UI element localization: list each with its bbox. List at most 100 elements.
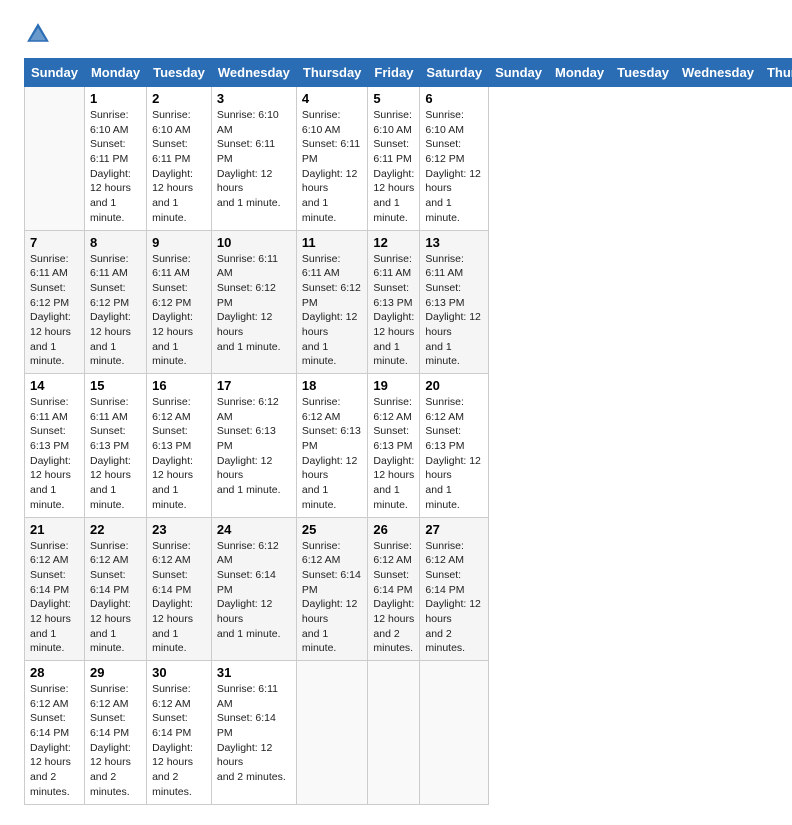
day-info: Sunrise: 6:11 AM Sunset: 6:13 PM Dayligh…	[425, 252, 483, 370]
header-tuesday: Tuesday	[611, 59, 676, 87]
calendar-cell: 29 Sunrise: 6:12 AM Sunset: 6:14 PM Dayli…	[84, 661, 146, 805]
calendar-cell: 8 Sunrise: 6:11 AM Sunset: 6:12 PM Daylig…	[84, 230, 146, 374]
calendar-cell	[420, 661, 489, 805]
day-number: 17	[217, 378, 291, 393]
calendar-header-row: SundayMondayTuesdayWednesdayThursdayFrid…	[25, 59, 792, 87]
calendar-cell: 22 Sunrise: 6:12 AM Sunset: 6:14 PM Dayli…	[84, 517, 146, 661]
header-thursday: Thursday	[296, 59, 368, 87]
day-number: 24	[217, 522, 291, 537]
day-number: 6	[425, 91, 483, 106]
calendar-cell: 5 Sunrise: 6:10 AM Sunset: 6:11 PM Daylig…	[368, 87, 420, 231]
calendar-cell: 10 Sunrise: 6:11 AM Sunset: 6:12 PM Dayli…	[211, 230, 296, 374]
header-thursday: Thursday	[760, 59, 792, 87]
day-info: Sunrise: 6:12 AM Sunset: 6:14 PM Dayligh…	[90, 682, 141, 800]
day-number: 1	[90, 91, 141, 106]
calendar-cell	[368, 661, 420, 805]
calendar-cell	[25, 87, 85, 231]
header-monday: Monday	[549, 59, 611, 87]
day-number: 23	[152, 522, 206, 537]
day-number: 13	[425, 235, 483, 250]
day-number: 22	[90, 522, 141, 537]
calendar-cell: 2Sunrise: 6:10 AM Sunset: 6:11 PM Daylig…	[147, 87, 212, 231]
day-info: Sunrise: 6:11 AM Sunset: 6:12 PM Dayligh…	[302, 252, 363, 370]
page-header	[24, 20, 768, 48]
calendar-cell: 28Sunrise: 6:12 AM Sunset: 6:14 PM Dayli…	[25, 661, 85, 805]
calendar-cell: 27 Sunrise: 6:12 AM Sunset: 6:14 PM Dayli…	[420, 517, 489, 661]
header-monday: Monday	[84, 59, 146, 87]
calendar-cell: 17 Sunrise: 6:12 AM Sunset: 6:13 PM Dayli…	[211, 374, 296, 518]
calendar-cell: 12 Sunrise: 6:11 AM Sunset: 6:13 PM Dayli…	[368, 230, 420, 374]
day-info: Sunrise: 6:11 AM Sunset: 6:12 PM Dayligh…	[152, 252, 206, 370]
day-number: 15	[90, 378, 141, 393]
day-info: Sunrise: 6:12 AM Sunset: 6:14 PM Dayligh…	[152, 539, 206, 657]
day-info: Sunrise: 6:12 AM Sunset: 6:13 PM Dayligh…	[373, 395, 414, 513]
calendar-cell: 6 Sunrise: 6:10 AM Sunset: 6:12 PM Daylig…	[420, 87, 489, 231]
day-info: Sunrise: 6:10 AM Sunset: 6:11 PM Dayligh…	[373, 108, 414, 226]
day-info: Sunrise: 6:10 AM Sunset: 6:12 PM Dayligh…	[425, 108, 483, 226]
day-info: Sunrise: 6:10 AM Sunset: 6:11 PM Dayligh…	[302, 108, 363, 226]
day-number: 29	[90, 665, 141, 680]
day-number: 21	[30, 522, 79, 537]
day-info: Sunrise: 6:12 AM Sunset: 6:14 PM Dayligh…	[425, 539, 483, 657]
day-info: Sunrise: 6:12 AM Sunset: 6:14 PM Dayligh…	[30, 539, 79, 657]
calendar-cell: 11 Sunrise: 6:11 AM Sunset: 6:12 PM Dayli…	[296, 230, 368, 374]
day-number: 8	[90, 235, 141, 250]
day-info: Sunrise: 6:12 AM Sunset: 6:13 PM Dayligh…	[302, 395, 363, 513]
calendar-week-row: 21 Sunrise: 6:12 AM Sunset: 6:14 PM Dayli…	[25, 517, 792, 661]
calendar-table: SundayMondayTuesdayWednesdayThursdayFrid…	[24, 58, 792, 805]
calendar-week-row: 14Sunrise: 6:11 AM Sunset: 6:13 PM Dayli…	[25, 374, 792, 518]
calendar-cell: 30 Sunrise: 6:12 AM Sunset: 6:14 PM Dayli…	[147, 661, 212, 805]
calendar-cell: 1 Sunrise: 6:10 AM Sunset: 6:11 PM Daylig…	[84, 87, 146, 231]
day-info: Sunrise: 6:11 AM Sunset: 6:12 PM Dayligh…	[90, 252, 141, 370]
day-number: 18	[302, 378, 363, 393]
calendar-cell: 15Sunrise: 6:11 AM Sunset: 6:13 PM Dayli…	[84, 374, 146, 518]
day-number: 4	[302, 91, 363, 106]
day-info: Sunrise: 6:10 AM Sunset: 6:11 PM Dayligh…	[152, 108, 206, 226]
calendar-cell: 4 Sunrise: 6:10 AM Sunset: 6:11 PM Daylig…	[296, 87, 368, 231]
calendar-cell: 31 Sunrise: 6:11 AM Sunset: 6:14 PM Dayli…	[211, 661, 296, 805]
calendar-week-row: 1 Sunrise: 6:10 AM Sunset: 6:11 PM Daylig…	[25, 87, 792, 231]
day-number: 20	[425, 378, 483, 393]
calendar-week-row: 28 Sunrise: 6:12 AM Sunset: 6:14 PM Dayli…	[25, 661, 792, 805]
day-number: 10	[217, 235, 291, 250]
calendar-cell: 9 Sunrise: 6:11 AM Sunset: 6:12 PM Daylig…	[147, 230, 212, 374]
day-info: Sunrise: 6:11 AM Sunset: 6:12 PM Dayligh…	[30, 252, 79, 370]
day-info: Sunrise: 6:12 AM Sunset: 6:13 PM Dayligh…	[217, 395, 291, 498]
day-info: Sunrise: 6:10 AM Sunset: 6:11 PM Dayligh…	[217, 108, 291, 211]
day-number: 11	[302, 235, 363, 250]
day-number: 12	[373, 235, 414, 250]
day-info: Sunrise: 6:12 AM Sunset: 6:13 PM Dayligh…	[425, 395, 483, 513]
day-info: Sunrise: 6:12 AM Sunset: 6:14 PM Dayligh…	[217, 539, 291, 642]
day-info: Sunrise: 6:12 AM Sunset: 6:13 PM Dayligh…	[152, 395, 206, 513]
header-friday: Friday	[368, 59, 420, 87]
header-wednesday: Wednesday	[211, 59, 296, 87]
calendar-cell: 24 Sunrise: 6:12 AM Sunset: 6:14 PM Dayli…	[211, 517, 296, 661]
day-number: 5	[373, 91, 414, 106]
calendar-cell: 18 Sunrise: 6:12 AM Sunset: 6:13 PM Dayli…	[296, 374, 368, 518]
day-info: Sunrise: 6:12 AM Sunset: 6:14 PM Dayligh…	[152, 682, 206, 800]
calendar-cell: 23 Sunrise: 6:12 AM Sunset: 6:14 PM Dayli…	[147, 517, 212, 661]
day-info: Sunrise: 6:11 AM Sunset: 6:13 PM Dayligh…	[30, 395, 79, 513]
calendar-cell: 26Sunrise: 6:12 AM Sunset: 6:14 PM Dayli…	[368, 517, 420, 661]
day-number: 28	[30, 665, 79, 680]
day-number: 31	[217, 665, 291, 680]
calendar-cell: 20 Sunrise: 6:12 AM Sunset: 6:13 PM Dayli…	[420, 374, 489, 518]
day-info: Sunrise: 6:11 AM Sunset: 6:12 PM Dayligh…	[217, 252, 291, 355]
day-number: 30	[152, 665, 206, 680]
day-number: 3	[217, 91, 291, 106]
day-info: Sunrise: 6:11 AM Sunset: 6:14 PM Dayligh…	[217, 682, 291, 785]
calendar-cell: 21 Sunrise: 6:12 AM Sunset: 6:14 PM Dayli…	[25, 517, 85, 661]
day-number: 26	[373, 522, 414, 537]
calendar-cell: 3 Sunrise: 6:10 AM Sunset: 6:11 PM Daylig…	[211, 87, 296, 231]
calendar-cell: 14Sunrise: 6:11 AM Sunset: 6:13 PM Dayli…	[25, 374, 85, 518]
day-number: 27	[425, 522, 483, 537]
day-info: Sunrise: 6:12 AM Sunset: 6:14 PM Dayligh…	[90, 539, 141, 657]
day-info: Sunrise: 6:10 AM Sunset: 6:11 PM Dayligh…	[90, 108, 141, 226]
header-tuesday: Tuesday	[147, 59, 212, 87]
day-info: Sunrise: 6:11 AM Sunset: 6:13 PM Dayligh…	[373, 252, 414, 370]
calendar-cell: 13 Sunrise: 6:11 AM Sunset: 6:13 PM Dayli…	[420, 230, 489, 374]
calendar-week-row: 7Sunrise: 6:11 AM Sunset: 6:12 PM Daylig…	[25, 230, 792, 374]
day-number: 16	[152, 378, 206, 393]
day-number: 9	[152, 235, 206, 250]
calendar-cell: 25Sunrise: 6:12 AM Sunset: 6:14 PM Dayli…	[296, 517, 368, 661]
